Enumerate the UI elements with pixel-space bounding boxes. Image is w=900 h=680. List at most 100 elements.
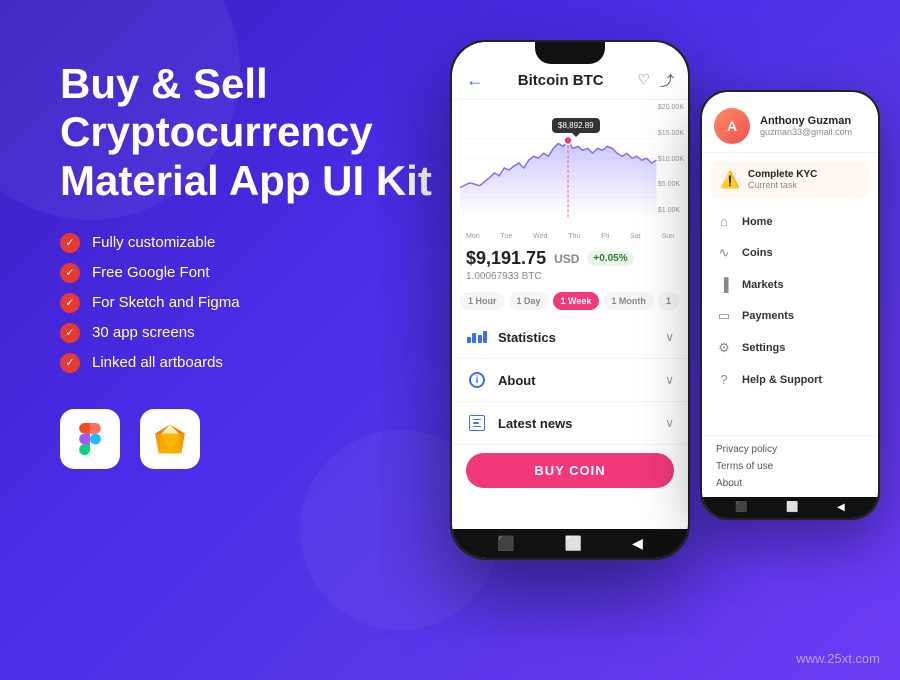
news-line-3	[473, 426, 481, 428]
terms-link[interactable]: Terms of use	[716, 461, 864, 472]
nav-settings-label: Settings	[742, 342, 785, 354]
main-phone: ← Bitcoin BTC ♡ ⤴	[450, 40, 690, 560]
nav-markets[interactable]: ▐ Markets	[702, 269, 878, 300]
feature-item-3: ✓ For Sketch and Figma	[60, 293, 440, 313]
x-label-fri: Fri	[601, 233, 609, 240]
x-label-wed: Wed	[533, 233, 547, 240]
news-icon	[466, 412, 488, 434]
sec-nav-square[interactable]: ⬛	[735, 502, 747, 513]
about-chevron: ∨	[665, 373, 674, 387]
about-link[interactable]: About	[716, 478, 864, 489]
price-section: $9,191.75 USD +0.05% 1.00067933 BTC	[452, 240, 688, 286]
statistics-chevron: ∨	[665, 330, 674, 344]
y-label-5: $1.00K	[658, 207, 684, 214]
tab-1week[interactable]: 1 Week	[553, 292, 600, 310]
feature-item-4: ✓ 30 app screens	[60, 323, 440, 343]
user-name: Anthony Guzman	[760, 115, 852, 127]
phones-container: ← Bitcoin BTC ♡ ⤴	[450, 40, 880, 560]
sketch-logo-icon	[152, 421, 188, 457]
price-currency: USD	[554, 252, 579, 266]
y-label-3: $10.00K	[658, 156, 684, 163]
nav-payments-label: Payments	[742, 310, 794, 322]
x-label-thu: Thu	[568, 233, 580, 240]
kyc-alert[interactable]: ⚠️ Complete KYC Current task	[710, 161, 870, 198]
sec-phone-header: A Anthony Guzman guzman33@gmail.com	[702, 92, 878, 153]
price-row: $9,191.75 USD +0.05%	[466, 248, 674, 269]
tab-1day[interactable]: 1 Day	[509, 292, 549, 310]
back-button[interactable]: ←	[466, 70, 484, 91]
figma-icon-box	[60, 409, 120, 469]
sec-bottom-nav: ⬛ ⬜ ◀	[702, 497, 878, 518]
nav-home-label: Home	[742, 216, 773, 228]
news-box-icon	[469, 415, 485, 431]
bar2	[472, 333, 476, 343]
check-icon-4: ✓	[60, 323, 80, 343]
user-avatar: A	[714, 108, 750, 144]
tab-1month[interactable]: 1 Month	[603, 292, 654, 310]
settings-icon: ⚙	[716, 340, 732, 356]
news-lines	[471, 417, 483, 430]
latest-news-label: Latest news	[498, 416, 665, 431]
nav-markets-label: Markets	[742, 279, 784, 291]
feature-item-1: ✓ Fully customizable	[60, 233, 440, 253]
sketch-icon-box	[140, 409, 200, 469]
stats-bars-icon	[467, 331, 488, 343]
about-icon: i	[466, 369, 488, 391]
statistics-icon	[466, 326, 488, 348]
check-icon-2: ✓	[60, 263, 80, 283]
price-value: $9,191.75	[466, 248, 546, 269]
user-email: guzman33@gmail.com	[760, 127, 852, 137]
nav-back-icon[interactable]: ◀	[632, 535, 643, 552]
buy-coin-button[interactable]: BUY COIN	[466, 453, 674, 488]
heart-icon[interactable]: ♡	[637, 71, 650, 91]
accordion-about[interactable]: i About ∨	[452, 359, 688, 402]
figma-logo-icon	[74, 423, 106, 455]
sec-footer: Privacy policy Terms of use About	[702, 435, 878, 497]
tool-icons	[60, 409, 440, 469]
watermark: www.25xt.com	[796, 651, 880, 666]
nav-payments[interactable]: ▭ Payments	[702, 300, 878, 332]
privacy-policy-link[interactable]: Privacy policy	[716, 444, 864, 455]
time-tabs: 1 Hour 1 Day 1 Week 1 Month 1	[452, 286, 688, 316]
check-icon-1: ✓	[60, 233, 80, 253]
x-label-tue: Tue	[500, 233, 512, 240]
left-section: Buy & SellCryptocurrencyMaterial App UI …	[60, 60, 440, 469]
home-icon: ⌂	[716, 214, 732, 229]
bar3	[478, 335, 482, 343]
check-icon-3: ✓	[60, 293, 80, 313]
kyc-title: Complete KYC	[748, 169, 817, 180]
y-label-1: $20.00K	[658, 104, 684, 111]
main-title: Buy & SellCryptocurrencyMaterial App UI …	[60, 60, 440, 205]
nav-coins[interactable]: ∿ Coins	[702, 237, 878, 269]
x-label-sat: Sat	[630, 233, 641, 240]
bottom-nav: ⬛ ⬜ ◀	[452, 529, 688, 558]
kyc-warning-icon: ⚠️	[720, 170, 740, 190]
sec-nav-home[interactable]: ⬜	[786, 502, 798, 513]
nav-square-icon[interactable]: ⬛	[497, 535, 514, 552]
news-line-2	[473, 422, 479, 424]
y-label-2: $15.00K	[658, 130, 684, 137]
phone-screen: ← Bitcoin BTC ♡ ⤴	[452, 42, 688, 558]
chart-area: $8,892.89 $20.00K $15.00K $10.00K $5.00K…	[452, 100, 688, 240]
nav-home-icon[interactable]: ⬜	[565, 535, 582, 552]
sec-nav-back[interactable]: ◀	[837, 502, 845, 513]
x-label-sun: Sun	[662, 233, 674, 240]
news-line-1	[473, 419, 481, 421]
phone-notch	[535, 42, 605, 64]
tab-1hour[interactable]: 1 Hour	[460, 292, 505, 310]
y-label-4: $5.00K	[658, 181, 684, 188]
kyc-subtitle: Current task	[748, 180, 817, 190]
tab-extra[interactable]: 1	[658, 292, 679, 310]
payments-icon: ▭	[716, 308, 732, 324]
help-icon: ?	[716, 372, 732, 387]
accordion-news[interactable]: Latest news ∨	[452, 402, 688, 445]
nav-home[interactable]: ⌂ Home	[702, 206, 878, 237]
phone-actions: ♡ ⤴	[637, 71, 674, 91]
nav-settings[interactable]: ⚙ Settings	[702, 332, 878, 364]
nav-help[interactable]: ? Help & Support	[702, 364, 878, 395]
accordion-statistics[interactable]: Statistics ∨	[452, 316, 688, 359]
statistics-label: Statistics	[498, 330, 665, 345]
user-info: Anthony Guzman guzman33@gmail.com	[760, 115, 852, 137]
share-icon[interactable]: ⤴	[660, 71, 674, 91]
coins-icon: ∿	[716, 245, 732, 261]
